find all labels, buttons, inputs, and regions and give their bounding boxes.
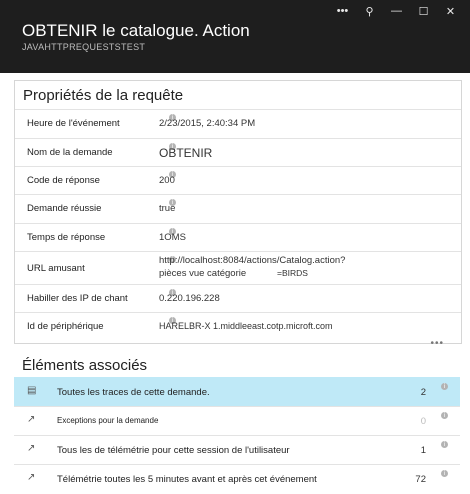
maximize-icon[interactable]: ☐ — [410, 2, 437, 20]
arrow-icon: ↗ — [27, 414, 36, 425]
request-properties-panel: Propriétés de la requête Heure de l'évén… — [14, 80, 462, 344]
property-value-line2-suffix: =BIRDS — [277, 268, 308, 278]
property-row-response-code: Code de réponse i 200 — [15, 166, 461, 195]
related-items-title: Éléments associés — [22, 357, 148, 374]
minimize-icon[interactable]: — — [383, 2, 410, 20]
pin-icon[interactable]: ⚲ — [356, 2, 383, 20]
property-label: Temps de réponse — [27, 232, 106, 243]
related-item-count: 0 — [420, 416, 426, 427]
info-icon[interactable]: i — [441, 441, 448, 448]
property-label: Demande réussie — [27, 203, 102, 214]
property-row-response-time: Temps de réponse i 1OMS — [15, 223, 461, 252]
property-value: 2/23/2015, 2:40:34 PM — [159, 118, 256, 129]
more-properties-button[interactable]: ••• — [430, 338, 444, 349]
property-row-success: Demande réussie i true — [15, 194, 461, 223]
related-item-traces[interactable]: ▤ Toutes les traces de cette demande. 2 … — [14, 377, 460, 407]
property-row-event-time: Heure de l'événement i 2/23/2015, 2:40:3… — [15, 109, 461, 138]
property-label: Id de périphérique — [27, 321, 104, 332]
related-item-count: 72 — [415, 474, 426, 485]
blade-subtitle: JAVAHTTPREQUESTSTEST — [22, 42, 146, 52]
property-value: HARELBR-X 1.middleeast.cotp.microft.com — [159, 321, 333, 331]
property-label: Code de réponse — [27, 175, 100, 186]
related-item-count: 1 — [420, 445, 426, 456]
info-icon[interactable]: i — [441, 470, 448, 477]
related-item-count: 2 — [420, 387, 426, 398]
related-item-label: Exceptions pour la demande — [57, 416, 159, 425]
document-icon: ▤ — [27, 385, 37, 396]
arrow-icon: ↗ — [27, 472, 36, 483]
panel-title: Propriétés de la requête — [23, 87, 184, 104]
arrow-icon: ↗ — [27, 443, 36, 454]
property-label: Nom de la demande — [27, 147, 113, 158]
blade-title: OBTENIR le catalogue. Action — [22, 21, 250, 40]
property-label: Heure de l'événement — [27, 118, 120, 129]
property-label: Habiller des IP de chant — [27, 293, 128, 304]
related-item-nearby-telemetry[interactable]: ↗ Télémétrie toutes les 5 minutes avant … — [14, 464, 460, 494]
related-item-exceptions[interactable]: ↗ Exceptions pour la demande 0 i — [14, 406, 460, 436]
property-value: http://localhost:8084/actions/Catalog.ac… — [159, 255, 346, 266]
related-item-session-telemetry[interactable]: ↗ Tous les de télémétrie pour cette sess… — [14, 435, 460, 465]
blade-header: ••• ⚲ — ☐ ✕ OBTENIR le catalogue. Action… — [0, 0, 470, 73]
property-row-url: URL amusant i http://localhost:8084/acti… — [15, 251, 461, 284]
property-value: 0.220.196.228 — [159, 293, 220, 304]
related-item-label: Tous les de télémétrie pour cette sessio… — [57, 445, 290, 456]
property-row-client-ip: Habiller des IP de chant i 0.220.196.228 — [15, 284, 461, 313]
property-value: 200 — [159, 175, 175, 186]
property-value: 1OMS — [159, 232, 186, 243]
property-row-device-id: Id de périphérique i HARELBR-X 1.middlee… — [15, 312, 461, 341]
property-row-request-name: Nom de la demande i OBTENIR — [15, 138, 461, 167]
more-options-icon[interactable]: ••• — [329, 2, 356, 20]
info-icon[interactable]: i — [441, 412, 448, 419]
property-value: true — [159, 203, 176, 214]
property-value-line2: pièces vue catégorie — [159, 268, 247, 279]
property-label: URL amusant — [27, 263, 85, 274]
info-icon[interactable]: i — [441, 383, 448, 390]
close-icon[interactable]: ✕ — [437, 2, 464, 20]
related-item-label: Toutes les traces de cette demande. — [57, 387, 210, 398]
related-item-label: Télémétrie toutes les 5 minutes avant et… — [57, 474, 317, 485]
window-controls: ••• ⚲ — ☐ ✕ — [329, 2, 464, 20]
property-value: OBTENIR — [159, 146, 213, 160]
